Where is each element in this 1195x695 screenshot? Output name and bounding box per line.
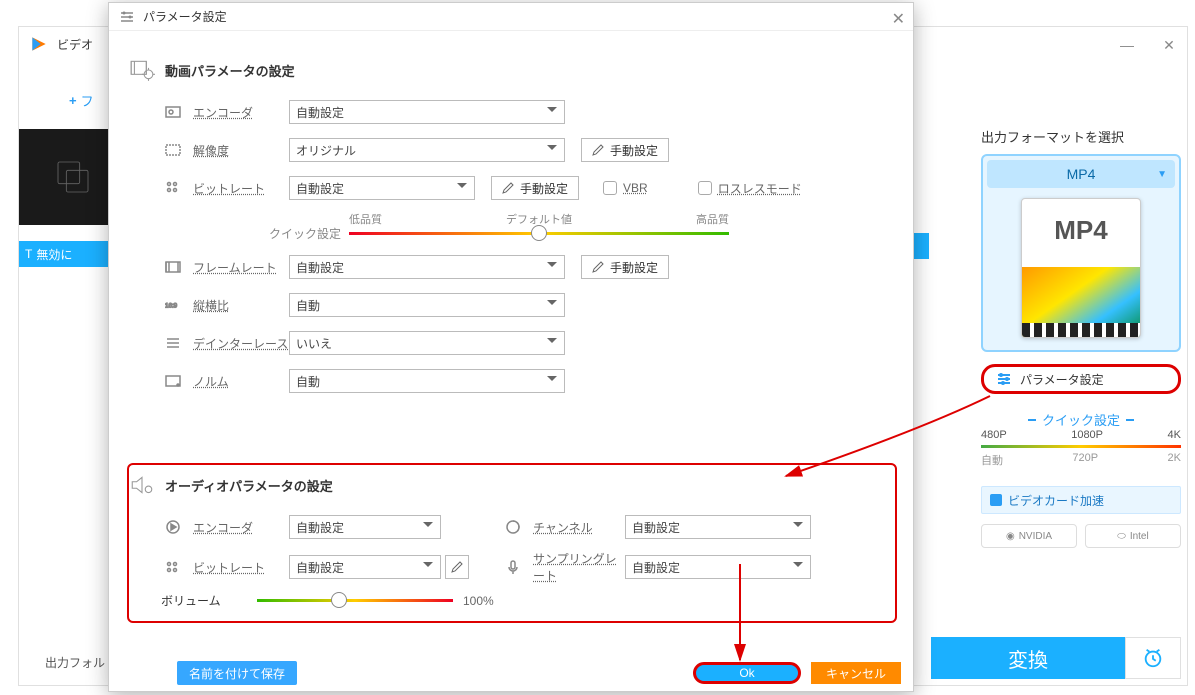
aspect-icon: 16:9	[161, 297, 185, 313]
quick-scale-bottom: 自動720P2K	[981, 452, 1181, 468]
output-title: 出力フォーマットを選択	[981, 127, 1181, 146]
row-bitrate: ビットレート 自動設定 手動設定 VBR ロスレスモード	[129, 173, 893, 203]
schedule-button[interactable]	[1125, 637, 1181, 679]
text-icon: T	[25, 247, 32, 261]
deinterlace-select[interactable]: いいえ	[289, 331, 565, 355]
alarm-icon	[1142, 647, 1164, 669]
copy-icon	[53, 157, 93, 197]
deinterlace-icon	[161, 335, 185, 351]
parameter-dialog: パラメータ設定 ✕ 動画パラメータの設定 エンコーダ 自動設定 解像度 オリジナ…	[108, 2, 914, 692]
lossless-checkbox[interactable]: ロスレスモード	[698, 180, 802, 197]
row-framerate: フレームレート 自動設定 手動設定	[129, 252, 893, 282]
format-name: MP4	[1067, 166, 1096, 182]
format-thumbnail: MP4	[1021, 198, 1141, 338]
framerate-select[interactable]: 自動設定	[289, 255, 565, 279]
app-logo-icon	[29, 34, 49, 54]
dialog-title: パラメータ設定	[143, 8, 227, 25]
dialog-titlebar: パラメータ設定 ✕	[109, 3, 913, 31]
framerate-manual-button[interactable]: 手動設定	[581, 255, 669, 279]
resolution-select[interactable]: オリジナル	[289, 138, 565, 162]
format-select[interactable]: MP4 ▼	[987, 160, 1175, 188]
resolution-icon	[161, 142, 185, 158]
norm-select[interactable]: 自動	[289, 369, 565, 393]
plus-icon: +	[69, 93, 77, 108]
invalid-label: 無効に	[36, 246, 72, 263]
nvidia-badge: ◉NVIDIA	[981, 524, 1077, 548]
eye-icon: ◉	[1006, 531, 1015, 542]
close-button[interactable]: ✕	[1157, 33, 1181, 57]
bitrate-icon	[161, 180, 185, 196]
intel-badge: ⬭Intel	[1085, 524, 1181, 548]
sliders-icon	[996, 371, 1012, 387]
bitrate-manual-button[interactable]: 手動設定	[491, 176, 579, 200]
parameter-settings-button[interactable]: パラメータ設定	[981, 364, 1181, 394]
quick-settings-title: クイック設定	[981, 410, 1181, 429]
vbr-checkbox[interactable]: VBR	[603, 181, 648, 195]
pencil-icon	[592, 261, 604, 273]
slider-knob[interactable]	[531, 225, 547, 241]
minimize-button[interactable]: —	[1115, 33, 1139, 57]
quick-quality-slider[interactable]	[981, 445, 1181, 448]
cancel-button[interactable]: キャンセル	[811, 662, 901, 684]
param-btn-label: パラメータ設定	[1020, 371, 1104, 388]
convert-button[interactable]: 変換	[931, 637, 1125, 679]
format-thumb-label: MP4	[1022, 215, 1140, 246]
norm-icon	[161, 373, 185, 389]
video-bitrate-select[interactable]: 自動設定	[289, 176, 475, 200]
output-folder-label: 出力フォル	[45, 654, 105, 671]
row-norm: ノルム 自動	[129, 366, 893, 396]
framerate-icon	[161, 259, 185, 275]
sliders-icon	[119, 9, 135, 25]
row-encoder: エンコーダ 自動設定	[129, 97, 893, 127]
output-panel: 出力フォーマットを選択 MP4 ▼ MP4 パラメータ設定 クイック設定	[981, 127, 1181, 548]
chevron-down-icon: ▼	[1157, 169, 1167, 180]
aspect-select[interactable]: 自動	[289, 293, 565, 317]
chip-icon	[990, 494, 1002, 506]
pencil-icon	[502, 182, 514, 194]
row-aspect: 16:9 縦横比 自動	[129, 290, 893, 320]
gpu-accel-toggle[interactable]: ビデオカード加速	[981, 486, 1181, 514]
row-resolution: 解像度 オリジナル 手動設定	[129, 135, 893, 165]
row-deinterlace: デインターレース いいえ	[129, 328, 893, 358]
pencil-icon	[592, 144, 604, 156]
intel-icon: ⬭	[1117, 531, 1126, 542]
resolution-manual-button[interactable]: 手動設定	[581, 138, 669, 162]
video-encoder-select[interactable]: 自動設定	[289, 100, 565, 124]
video-section-header: 動画パラメータの設定	[129, 57, 893, 83]
quality-slider[interactable]	[349, 232, 729, 235]
ok-button[interactable]: Ok	[693, 662, 801, 684]
quick-scale-top: 480P1080P4K	[981, 429, 1181, 441]
film-gear-icon	[129, 57, 155, 83]
row-quick-quality: クイック設定	[129, 225, 893, 242]
svg-text:16:9: 16:9	[165, 303, 178, 310]
app-title: ビデオ	[57, 36, 93, 53]
add-label: フ	[81, 91, 94, 110]
dialog-footer: 名前を付けて保存 Ok キャンセル	[109, 655, 913, 691]
encoder-icon	[161, 104, 185, 120]
dialog-close-button[interactable]: ✕	[892, 9, 905, 29]
annotation-audio-highlight	[127, 463, 897, 623]
save-as-button[interactable]: 名前を付けて保存	[177, 661, 297, 685]
format-card: MP4 ▼ MP4	[981, 154, 1181, 352]
